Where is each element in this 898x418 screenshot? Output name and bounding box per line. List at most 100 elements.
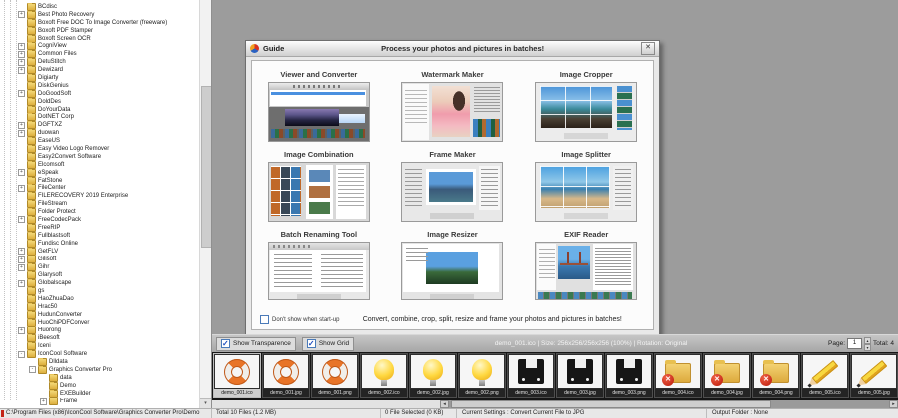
feature-viewer-converter[interactable]: Viewer and Converter	[252, 70, 386, 150]
feature-image-resizer[interactable]: Image Resizer	[386, 230, 520, 300]
tree-item-easy2convert-software[interactable]: Easy2Convert Software	[0, 152, 199, 161]
tree-item-fundisc-online[interactable]: Fundisc Online	[0, 239, 199, 248]
tree-item-folder-protect[interactable]: Folder Protect	[0, 208, 199, 217]
feature-frame-maker[interactable]: Frame Maker	[386, 150, 520, 230]
expand-icon[interactable]: +	[18, 66, 25, 74]
thumbnail-demo-001-ico[interactable]: demo_001.ico	[213, 353, 261, 398]
tree-item-cogniview[interactable]: + CogniView	[0, 42, 199, 51]
thumbnail-demo-001-png[interactable]: demo_001.png	[311, 353, 359, 398]
tree-item-frame[interactable]: + Frame	[0, 397, 199, 406]
tree-item-data[interactable]: data	[0, 373, 199, 382]
tree-item-dgftxz[interactable]: + DGFTXZ	[0, 121, 199, 130]
tree-item-boxoft-pdf-stamper[interactable]: Boxoft PDF Stamper	[0, 26, 199, 35]
thumbnail-demo-003-png[interactable]: demo_003.png	[605, 353, 653, 398]
dialog-titlebar[interactable]: Guide Process your photos and pictures i…	[246, 41, 659, 57]
thumbnail-demo-003-jpg[interactable]: demo_003.jpg	[556, 353, 604, 398]
tree-item-ibeesoft[interactable]: iBeesoft	[0, 334, 199, 343]
expand-icon[interactable]: +	[40, 397, 47, 405]
tree-item-gilisoft[interactable]: + Gilisoft	[0, 255, 199, 264]
expand-icon[interactable]: +	[18, 42, 25, 50]
tree-item-hudunconverter[interactable]: HudunConverter	[0, 310, 199, 319]
expand-icon[interactable]: +	[18, 248, 25, 256]
tree-item-demo[interactable]: Demo	[0, 381, 199, 390]
feature-image-splitter[interactable]: Image Splitter	[519, 150, 653, 230]
tree-item-doyourdata[interactable]: DoYourData	[0, 105, 199, 114]
tree-item-exebuilder[interactable]: EXEBuilder	[0, 389, 199, 398]
tree-item-gihr[interactable]: + Gihr	[0, 263, 199, 272]
tree-item-huochipdfconver[interactable]: HuoChiPDFConver	[0, 318, 199, 327]
scroll-right-arrow-icon[interactable]: ▸	[889, 400, 898, 408]
tree-vertical-scrollbar[interactable]: ▾	[199, 0, 211, 408]
tree-item-easeus[interactable]: EaseUS	[0, 137, 199, 146]
tree-item-dolddes[interactable]: DoldDes	[0, 97, 199, 106]
thumbnail-demo-004-jpg[interactable]: demo_004.jpg	[703, 353, 751, 398]
tree-scrollbar-thumb[interactable]	[201, 86, 211, 248]
expand-icon[interactable]: +	[18, 255, 25, 263]
thumbnail-demo-003-ico[interactable]: demo_003.ico	[507, 353, 555, 398]
tree-item-diskgenius[interactable]: DiskGenius	[0, 81, 199, 90]
expand-icon[interactable]: +	[18, 326, 25, 334]
tree-item-espeak[interactable]: + eSpeak	[0, 168, 199, 177]
tree-item-haozhuadao[interactable]: HaoZhuaDao	[0, 294, 199, 303]
spinner-down-icon[interactable]: ▾	[864, 343, 872, 351]
tree-item-getflv[interactable]: + GetFLV	[0, 247, 199, 256]
expand-icon[interactable]: +	[18, 58, 25, 66]
thumbnail-demo-002-png[interactable]: demo_002.png	[458, 353, 506, 398]
feature-image-combination[interactable]: Image Combination	[252, 150, 386, 230]
expand-icon[interactable]: +	[18, 90, 25, 98]
tree-item-bcdisc[interactable]: BCdisc	[0, 3, 199, 11]
tree-item-globalscape[interactable]: + Globalscape	[0, 279, 199, 288]
thumbnail-demo-005-ico[interactable]: demo_005.ico	[801, 353, 849, 398]
tree-item-dogoodsoft[interactable]: + DoGoodSoft	[0, 89, 199, 98]
show-transparence-checkbox[interactable]: Show Transparence	[216, 336, 296, 351]
tree-item-boxoft-screen-ocr[interactable]: Boxoft Screen OCR	[0, 34, 199, 43]
tree-item-common-files[interactable]: + Common Files	[0, 50, 199, 59]
thumbnail-demo-002-jpg[interactable]: demo_002.jpg	[409, 353, 457, 398]
tree-item-iconcool-software[interactable]: - IconCool Software	[0, 350, 199, 359]
tree-item-dlldata[interactable]: Dlldata	[0, 358, 199, 366]
dont-show-checkbox[interactable]: Don't show when start-up	[260, 315, 340, 324]
expand-icon[interactable]: +	[18, 279, 25, 287]
expand-icon[interactable]: +	[18, 169, 25, 177]
expand-icon[interactable]: +	[18, 129, 25, 137]
page-input[interactable]: 1	[847, 338, 863, 349]
tree-item-fatstone[interactable]: FatStone	[0, 176, 199, 185]
feature-watermark-maker[interactable]: Watermark Maker	[386, 70, 520, 150]
tree-item-freerip[interactable]: FreeRIP	[0, 223, 199, 232]
tree-item-hrac50[interactable]: Hrac50	[0, 302, 199, 311]
feature-image-cropper[interactable]: Image Cropper	[519, 70, 653, 150]
page-spinner[interactable]: ▴ ▾	[864, 336, 872, 351]
show-grid-checkbox[interactable]: Show Grid	[301, 336, 355, 351]
feature-batch-renaming-tool[interactable]: Batch Renaming Tool	[252, 230, 386, 300]
scrollbar-thumb[interactable]	[451, 400, 771, 408]
scroll-down-arrow-icon[interactable]: ▾	[200, 398, 211, 408]
expand-icon[interactable]: +	[18, 263, 25, 271]
tree-item-filerecovery-2019-enterprise[interactable]: FILERECOVERY 2019 Enterprise	[0, 192, 199, 201]
collapse-icon[interactable]: -	[18, 350, 25, 358]
tree-item-gs[interactable]: gs	[0, 287, 199, 295]
tree-item-duowan[interactable]: + duowan	[0, 129, 199, 138]
close-icon[interactable]: ✕	[641, 42, 655, 55]
expand-icon[interactable]: +	[18, 11, 25, 19]
tree-item-detustitch[interactable]: + DetuStitch	[0, 58, 199, 67]
thumbnail-demo-004-png[interactable]: demo_004.png	[752, 353, 800, 398]
tree-item-easy-video-logo-remover[interactable]: Easy Video Logo Remover	[0, 145, 199, 153]
tree-item-filestream[interactable]: FileStream	[0, 200, 199, 209]
tree-item-boxoft-free-doc-to-image-converter-freeware[interactable]: Boxoft Free DOC To Image Converter (free…	[0, 18, 199, 27]
scroll-left-arrow-icon[interactable]: ◂	[440, 400, 449, 408]
tree-item-dotnet-corp[interactable]: DotNET Corp	[0, 113, 199, 122]
feature-exif-reader[interactable]: EXIF Reader	[519, 230, 653, 300]
thumbnail-demo-001-jpg[interactable]: demo_001.jpg	[262, 353, 310, 398]
tree-item-graphics-converter-pro[interactable]: - Graphics Converter Pro	[0, 365, 199, 374]
tree-item-fullblastsoft[interactable]: Fullblastsoft	[0, 231, 199, 240]
thumbnail-demo-005-jpg[interactable]: demo_005.jpg	[850, 353, 898, 398]
expand-icon[interactable]: +	[18, 50, 25, 58]
thumbnail-demo-004-ico[interactable]: demo_004.ico	[654, 353, 702, 398]
scrollbar-track[interactable]	[449, 400, 889, 408]
tree-item-freecodecpack[interactable]: + FreeCodecPack	[0, 216, 199, 224]
thumbnail-demo-002-ico[interactable]: demo_002.ico	[360, 353, 408, 398]
tree-item-huorong[interactable]: + Huorong	[0, 326, 199, 335]
tree-item-digiarty[interactable]: Digiarty	[0, 74, 199, 82]
tree-item-best-photo-recovery[interactable]: + Best Photo Recovery	[0, 10, 199, 19]
expand-icon[interactable]: +	[18, 216, 25, 224]
